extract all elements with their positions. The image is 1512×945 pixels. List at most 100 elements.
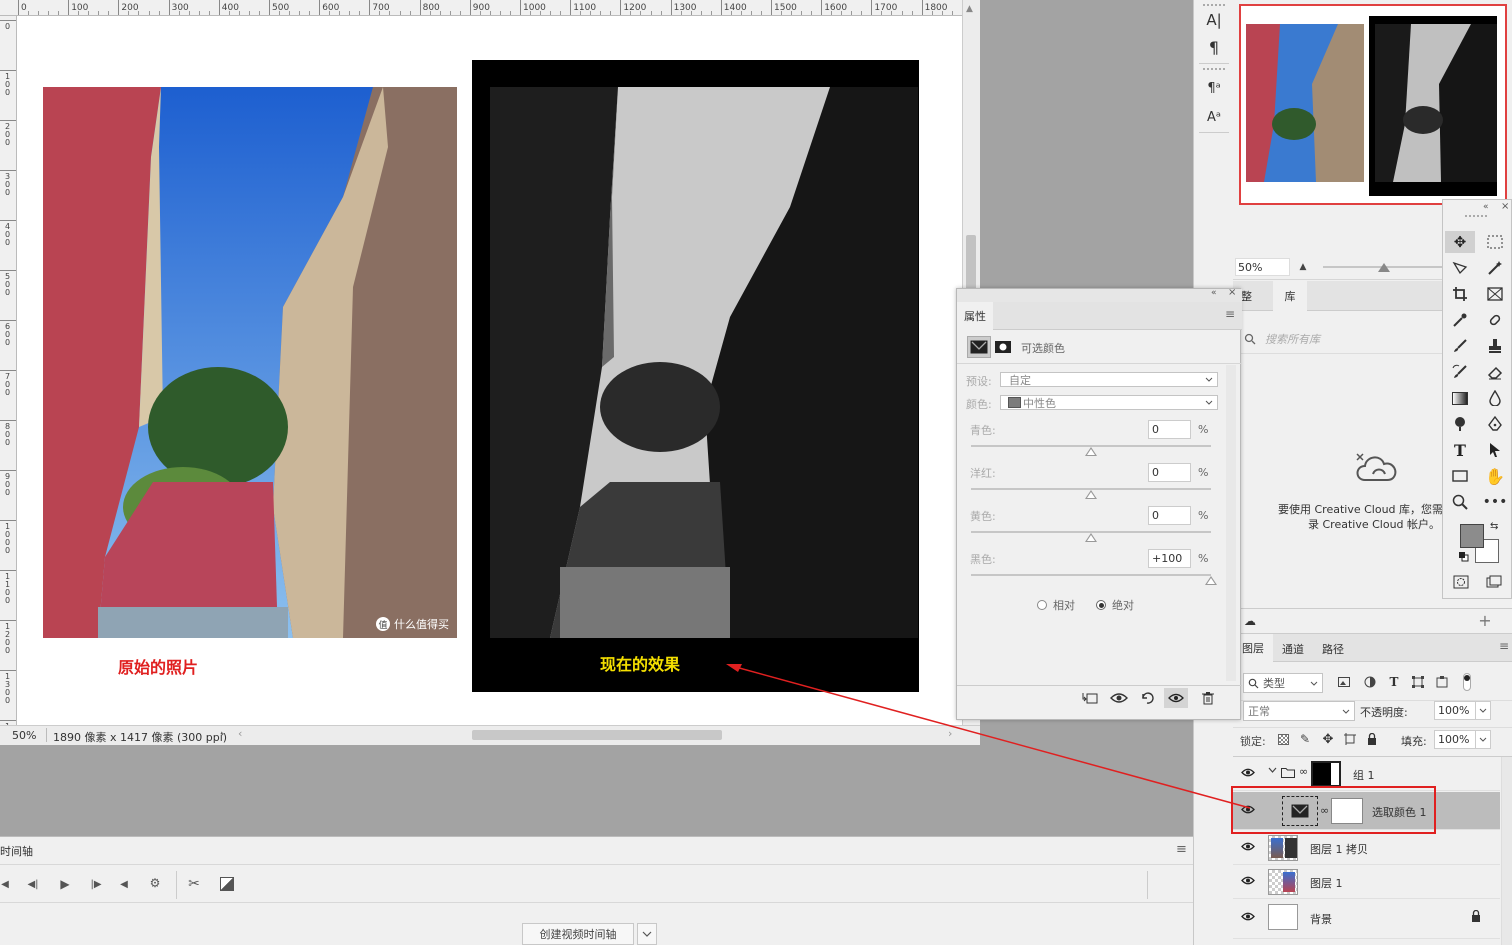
paragraph-styles-icon[interactable]: ¶ᵃ (1202, 78, 1226, 98)
layers-panel-menu-icon[interactable]: ≡ (1499, 639, 1509, 653)
slider-thumb[interactable] (1085, 447, 1097, 456)
transition-icon[interactable] (220, 877, 234, 891)
timeline-menu-icon[interactable]: ≡ (1176, 842, 1187, 857)
selective-color-adjustment-icon[interactable] (967, 336, 991, 358)
gradient-tool-icon[interactable] (1445, 387, 1475, 409)
group-expand-chevron-icon[interactable] (1268, 767, 1277, 774)
eraser-tool-icon[interactable] (1480, 361, 1510, 383)
rectangle-tool-icon[interactable] (1445, 465, 1475, 487)
delete-adjustment-icon[interactable] (1200, 690, 1216, 706)
library-search-input[interactable]: 搜索所有库 (1265, 331, 1320, 347)
scroll-left-arrow-icon[interactable]: ‹ (238, 727, 242, 740)
play-icon[interactable]: ▶ (58, 877, 72, 891)
screen-mode-icon[interactable] (1485, 574, 1503, 590)
tab-channels[interactable]: 通道 (1282, 641, 1304, 657)
filter-type-layers-icon[interactable]: T (1387, 675, 1401, 689)
visibility-eye-icon[interactable] (1241, 912, 1255, 921)
character-styles-icon[interactable]: Aᵃ (1202, 107, 1226, 127)
zoom-tool-icon[interactable] (1445, 491, 1475, 513)
filter-adjustment-layers-icon[interactable] (1363, 675, 1377, 689)
layer-row-layer-1-copy[interactable]: 图层 1 拷贝 (1233, 831, 1500, 865)
slider-cyan[interactable]: 青色: 0 % (957, 415, 1242, 457)
visibility-eye-icon[interactable] (1241, 842, 1255, 851)
slider-magenta[interactable]: 洋红: 0 % (957, 458, 1242, 500)
lock-artboard-icon[interactable] (1343, 732, 1357, 746)
lock-all-icon[interactable] (1365, 732, 1379, 746)
properties-collapse-icon[interactable]: « (1211, 288, 1217, 298)
properties-scrollbar[interactable] (1226, 365, 1236, 681)
filter-pixel-layers-icon[interactable] (1337, 675, 1351, 689)
layer-row-background[interactable]: 背景 (1233, 899, 1500, 939)
dodge-tool-icon[interactable] (1445, 413, 1475, 435)
create-timeline-dropdown[interactable] (637, 923, 657, 945)
foreground-color-swatch[interactable] (1460, 524, 1484, 548)
filter-toggle-switch[interactable] (1463, 673, 1471, 691)
clip-to-layer-icon[interactable] (1081, 690, 1099, 706)
type-tool-icon[interactable]: T (1445, 439, 1475, 461)
properties-menu-icon[interactable]: ≡ (1225, 307, 1235, 321)
preset-select[interactable]: 自定 (1000, 372, 1218, 387)
tab-properties[interactable]: 属性 (957, 302, 993, 330)
slider-black[interactable]: 黑色: +100 % (957, 544, 1242, 586)
slider-value-field[interactable]: 0 (1148, 506, 1191, 525)
slider-value-field[interactable]: 0 (1148, 463, 1191, 482)
zoom-out-mountain-icon[interactable]: ▲ (1297, 261, 1309, 273)
layers-scrollbar[interactable] (1501, 757, 1512, 945)
more-tools-icon[interactable]: ••• (1480, 491, 1510, 513)
split-scissors-icon[interactable]: ✂ (186, 876, 202, 892)
slider-track[interactable] (971, 574, 1211, 576)
reset-adjustment-icon[interactable] (1139, 690, 1155, 706)
slider-thumb[interactable] (1205, 576, 1217, 585)
move-tool-icon[interactable]: ✥ (1445, 231, 1475, 253)
lock-transparent-pixels-icon[interactable] (1278, 734, 1289, 745)
audio-icon[interactable]: ◀ (118, 877, 130, 891)
filter-shape-layers-icon[interactable] (1411, 675, 1425, 689)
tab-paths[interactable]: 路径 (1322, 641, 1344, 657)
default-colors-icon[interactable] (1459, 552, 1469, 562)
add-library-plus-icon[interactable]: + (1477, 611, 1493, 630)
lock-position-icon[interactable]: ✥ (1321, 732, 1335, 747)
view-previous-state-icon[interactable] (1109, 690, 1129, 706)
toggle-visibility-icon[interactable] (1164, 688, 1188, 708)
layer-filter-select[interactable]: 类型 (1243, 673, 1323, 693)
marquee-tool-icon[interactable] (1480, 231, 1510, 253)
clone-stamp-tool-icon[interactable] (1480, 335, 1510, 357)
visibility-eye-icon[interactable] (1241, 768, 1255, 777)
tab-libraries[interactable]: 库 (1273, 281, 1307, 311)
navigator-zoom-thumb[interactable] (1378, 263, 1390, 272)
lock-image-pixels-icon[interactable]: ✎ (1298, 732, 1312, 746)
slider-yellow[interactable]: 黄色: 0 % (957, 501, 1242, 543)
color-select[interactable]: 中性色 (1000, 395, 1218, 410)
scroll-up-arrow-icon[interactable]: ▲ (966, 4, 973, 14)
radio-relative[interactable]: 相对 (1037, 597, 1075, 613)
status-menu-chevron-icon[interactable]: › (220, 727, 224, 740)
filter-smart-objects-icon[interactable] (1435, 675, 1449, 689)
paragraph-panel-icon[interactable]: ¶ (1202, 37, 1226, 57)
crop-tool-icon[interactable] (1445, 283, 1475, 305)
layer-row-layer-1[interactable]: 图层 1 (1233, 865, 1500, 899)
magic-wand-tool-icon[interactable] (1480, 257, 1510, 279)
previous-frame-icon[interactable]: ◀| (25, 877, 41, 891)
next-frame-icon[interactable]: |▶ (88, 877, 104, 891)
eyedropper-tool-icon[interactable] (1445, 309, 1475, 331)
slider-thumb[interactable] (1085, 533, 1097, 542)
brush-tool-icon[interactable] (1445, 335, 1475, 357)
frame-tool-icon[interactable] (1480, 283, 1510, 305)
fill-field[interactable]: 100% (1434, 730, 1476, 749)
layer-mask-icon[interactable] (994, 338, 1012, 356)
quick-mask-icon[interactable] (1452, 574, 1470, 590)
fill-dropdown[interactable] (1475, 730, 1491, 749)
path-selection-tool-icon[interactable] (1480, 439, 1510, 461)
navigator-zoom-field[interactable]: 50% (1235, 258, 1290, 276)
vertical-scroll-thumb[interactable] (966, 235, 976, 295)
slider-value-field[interactable]: +100 (1148, 549, 1191, 568)
create-video-timeline-button[interactable]: 创建视频时间轴 (522, 923, 634, 945)
radio-absolute[interactable]: 绝对 (1096, 597, 1134, 613)
settings-gear-icon[interactable]: ⚙ (148, 876, 162, 890)
pen-tool-icon[interactable] (1480, 413, 1510, 435)
cloud-sync-icon[interactable]: ☁ (1241, 614, 1259, 628)
scroll-right-arrow-icon[interactable]: › (948, 727, 952, 740)
properties-close-icon[interactable]: × (1228, 287, 1236, 298)
opacity-dropdown[interactable] (1475, 701, 1491, 720)
horizontal-scroll-thumb[interactable] (472, 730, 722, 740)
